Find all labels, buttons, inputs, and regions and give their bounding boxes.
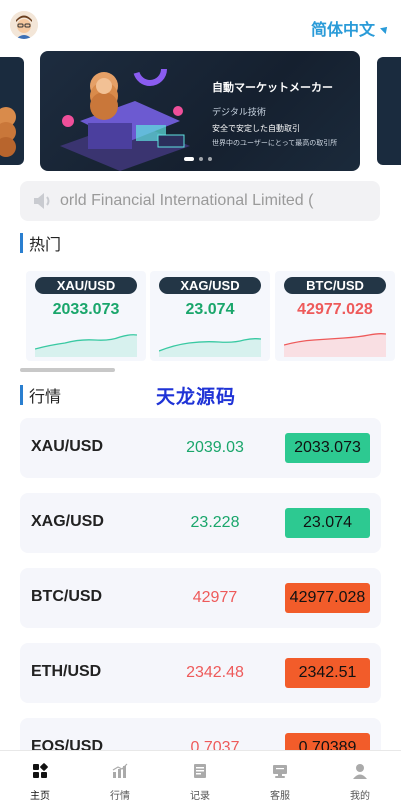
carousel-dot[interactable] [208, 157, 212, 161]
customer-service-icon [273, 765, 287, 778]
carousel-dot-active[interactable] [184, 157, 194, 161]
records-icon [194, 764, 206, 778]
tab-market[interactable]: 行情 [80, 751, 160, 804]
market-open-price: 2342.48 [186, 664, 244, 681]
banner-slide[interactable]: 自動マーケットメーカー デジタル技術 安全で安定した自動取引 世界中のユーザーに… [40, 51, 360, 171]
market-row[interactable]: XAG/USD 23.228 23.074 [20, 493, 381, 553]
market-price-badge: 23.074 [285, 508, 370, 538]
banner-description: 世界中のユーザーにとって最高の取引所 [212, 140, 338, 147]
dropdown-triangle-icon [380, 24, 390, 34]
avatar[interactable] [10, 11, 38, 39]
section-marker [20, 233, 23, 253]
hot-section-header: 热门 [20, 231, 61, 255]
hot-card[interactable]: XAG/USD 23.074 [150, 271, 270, 361]
cards-scroll-indicator [20, 368, 115, 372]
market-section-header: 行情 [20, 383, 61, 407]
hot-card-symbol: XAU/USD [35, 277, 137, 294]
hot-cards-scroller[interactable]: XAU/USD 2033.073 XAG/USD 23.074 BTC/USD … [26, 271, 401, 363]
hot-card-price: 2033.073 [52, 301, 120, 318]
banner-title: 自動マーケットメーカー [212, 82, 333, 94]
market-symbol: XAG/USD [31, 513, 104, 530]
tab-label: 行情 [110, 791, 130, 802]
watermark-text: 天龙源码 [156, 387, 237, 408]
tab-home[interactable]: 主页 [0, 751, 80, 804]
tab-label: 主页 [30, 791, 50, 802]
profile-icon [353, 764, 367, 779]
banner-subtitle: デジタル技術 [212, 107, 266, 117]
market-list[interactable]: XAU/USD 2039.03 2033.073 XAG/USD 23.228 … [20, 418, 381, 751]
market-open-price: 2039.03 [186, 439, 244, 456]
tab-label: 记录 [190, 791, 210, 802]
banner-illustration [60, 52, 190, 171]
tab-support[interactable]: 客服 [240, 751, 320, 804]
carousel-indicators [184, 157, 212, 161]
market-price-badge: 42977.028 [285, 583, 370, 613]
sparkline-chart [159, 338, 261, 357]
hot-section-title: 热门 [29, 237, 62, 254]
tab-label: 客服 [270, 791, 290, 802]
market-symbol: XAU/USD [31, 438, 104, 455]
hot-card[interactable]: XAU/USD 2033.073 [26, 271, 146, 361]
bottom-tab-bar: 主页 行情 记录 客服 我的 [0, 750, 401, 804]
tab-records[interactable]: 记录 [160, 751, 240, 804]
banner-tagline: 安全で安定した自動取引 [212, 124, 300, 133]
home-grid-icon [33, 763, 48, 778]
hot-card-symbol: XAG/USD [159, 277, 261, 294]
section-marker [20, 385, 23, 405]
market-price-badge: 2342.51 [285, 658, 370, 688]
market-row[interactable]: ETH/USD 2342.48 2342.51 [20, 643, 381, 703]
hot-card[interactable]: BTC/USD 42977.028 [275, 271, 395, 361]
avatar-icon [10, 11, 38, 39]
hot-card-price: 23.074 [185, 301, 235, 318]
language-label: 简体中文 [310, 22, 375, 39]
market-symbol: BTC/USD [31, 588, 103, 605]
announcement-bar[interactable]: orld Financial International Limited ( [20, 181, 380, 221]
banner-prev-slide[interactable] [0, 57, 24, 165]
speaker-icon [34, 193, 50, 209]
market-section-title: 行情 [29, 389, 62, 406]
tab-profile[interactable]: 我的 [320, 751, 400, 804]
market-price-badge: 0.70389 [285, 733, 370, 751]
market-symbol: ETH/USD [31, 663, 102, 680]
banner-next-slide[interactable] [377, 57, 401, 165]
market-chart-icon [112, 763, 128, 778]
market-open-price: 23.228 [190, 514, 240, 531]
sparkline-chart [284, 333, 386, 357]
header: 简体中文 [0, 0, 401, 50]
hot-card-price: 42977.028 [297, 301, 373, 318]
market-open-price: 42977 [192, 589, 238, 606]
market-row[interactable]: BTC/USD 42977 42977.028 [20, 568, 381, 628]
announcement-text: orld Financial International Limited ( [60, 192, 314, 209]
market-price-badge: 2033.073 [285, 433, 370, 463]
language-selector[interactable]: 简体中文 [310, 16, 390, 40]
market-row[interactable]: XAU/USD 2039.03 2033.073 [20, 418, 381, 478]
market-row[interactable]: EOS/USD 0.7037 0.70389 [20, 718, 381, 751]
hot-card-symbol: BTC/USD [284, 277, 386, 294]
coins-icon [0, 107, 16, 157]
sparkline-chart [35, 334, 137, 357]
carousel-dot[interactable] [199, 157, 203, 161]
tab-label: 我的 [350, 791, 370, 802]
